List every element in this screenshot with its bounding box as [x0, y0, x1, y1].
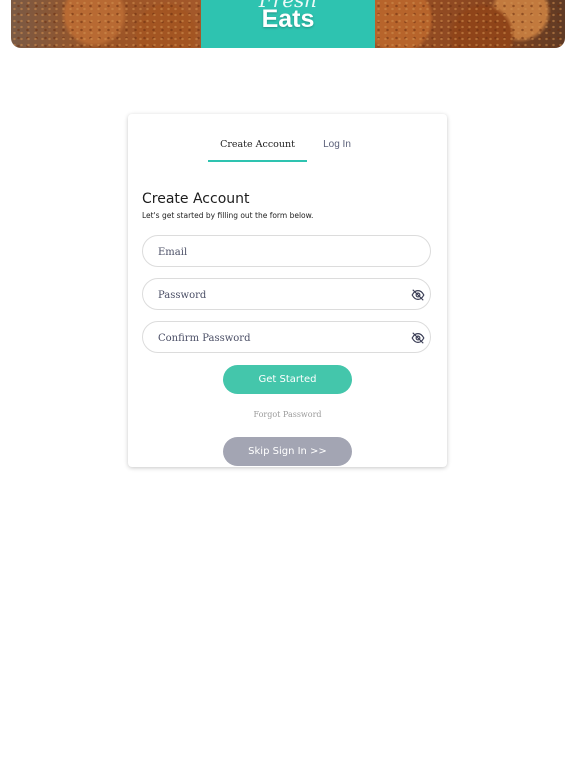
email-field: [142, 235, 431, 268]
tab-log-in[interactable]: Log In: [312, 138, 362, 160]
confirm-password-input[interactable]: [156, 322, 400, 354]
email-input[interactable]: [156, 236, 400, 268]
form-subtitle: Let's get started by filling out the for…: [142, 211, 314, 220]
hero-banner: Fresh Eats: [11, 0, 565, 48]
brand-badge: Fresh Eats: [201, 0, 375, 48]
auth-tabs: Create Account Log In: [128, 138, 447, 162]
eye-off-icon[interactable]: [411, 288, 425, 302]
skip-sign-in-button[interactable]: Skip Sign In >>: [223, 437, 352, 466]
brand-script-text: Fresh: [258, 0, 318, 12]
get-started-button[interactable]: Get Started: [223, 365, 352, 394]
password-field: [142, 278, 431, 311]
tab-create-account[interactable]: Create Account: [208, 138, 307, 162]
confirm-password-field: [142, 321, 431, 354]
eye-off-icon[interactable]: [411, 331, 425, 345]
auth-card: Create Account Log In Create Account Let…: [128, 114, 447, 467]
forgot-password-link[interactable]: Forgot Password: [128, 410, 447, 419]
password-input[interactable]: [156, 279, 400, 311]
form-title: Create Account: [142, 191, 250, 207]
